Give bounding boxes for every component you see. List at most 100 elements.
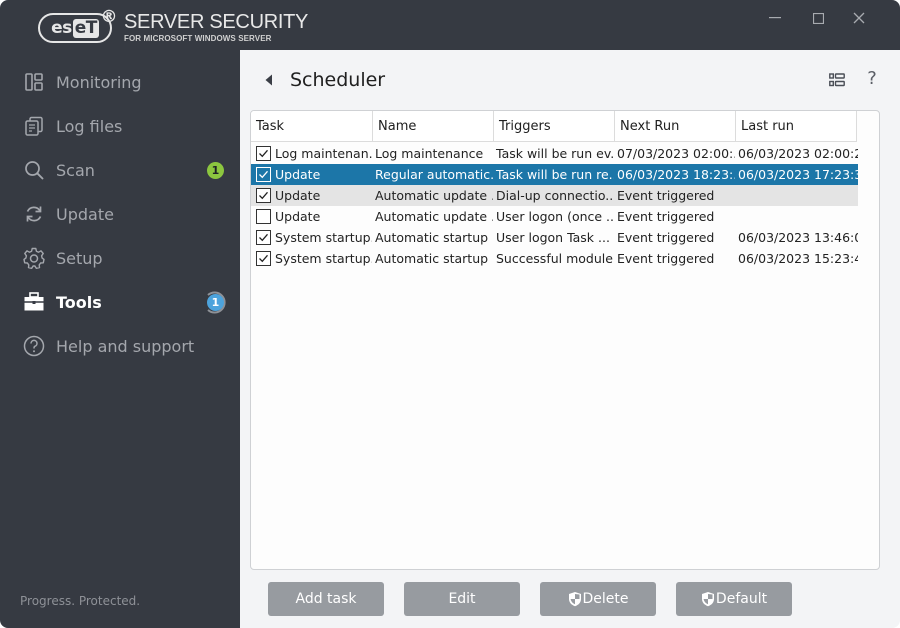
refresh-icon [23, 203, 45, 225]
column-header-task[interactable]: Task [251, 111, 373, 142]
page-title: Scheduler [290, 69, 386, 91]
edit-label: Edit [448, 591, 476, 607]
task-cell: Update [251, 167, 372, 182]
task-cell: Log maintenan... [251, 146, 372, 161]
task-next-run: Event triggered [617, 209, 715, 224]
sidebar-item-label: Help and support [56, 336, 195, 356]
task-next-run: Event triggered [617, 251, 715, 266]
task-name: Automatic startup ... [375, 230, 493, 245]
sidebar-item-label: Scan [56, 160, 95, 180]
delete-label: Delete [582, 591, 629, 607]
log-files-icon [23, 115, 45, 137]
column-header-name[interactable]: Name [373, 111, 494, 142]
sidebar-item-setup[interactable]: Setup [0, 236, 240, 280]
table-row[interactable]: System startup... Automatic startup ... … [251, 227, 858, 248]
task-enabled-checkbox[interactable] [256, 146, 271, 161]
sidebar-item-monitoring[interactable]: Monitoring [0, 60, 240, 104]
task-next-run: Event triggered [617, 230, 715, 245]
table-row[interactable]: Update Regular automatic... Task will be… [251, 164, 858, 185]
task-next-run: Event triggered [617, 188, 715, 203]
product-title: SERVER SECURITY FOR MICROSOFT WINDOWS SE… [124, 12, 308, 44]
back-button[interactable] [262, 72, 276, 88]
product-name: SERVER SECURITY [124, 11, 309, 33]
close-button[interactable] [846, 8, 872, 28]
task-cell: System startup... [251, 251, 372, 266]
task-next-run: 06/03/2023 18:23:... [617, 167, 735, 182]
back-arrow-icon [265, 74, 272, 86]
task-type: Update [275, 209, 321, 224]
maximize-icon [812, 12, 824, 24]
help-circle-icon [23, 335, 45, 357]
minimize-button[interactable] [762, 8, 788, 28]
task-last-run: 06/03/2023 02:00:21 [738, 146, 858, 161]
search-icon [23, 159, 45, 181]
sidebar: Monitoring Log files Scan 1 Update Setup… [0, 50, 240, 628]
sidebar-item-label: Monitoring [56, 72, 142, 92]
sidebar-item-update[interactable]: Update [0, 192, 240, 236]
action-buttons: Add task Edit Delete Default [268, 582, 792, 616]
task-last-run: 06/03/2023 15:23:41 [738, 251, 858, 266]
checkmark-icon [259, 254, 268, 263]
task-triggers: Dial-up connectio... [496, 188, 614, 203]
sidebar-item-label: Log files [56, 116, 123, 136]
task-enabled-checkbox[interactable] [256, 209, 271, 224]
default-button[interactable]: Default [676, 582, 792, 616]
gear-icon [23, 247, 45, 269]
maximize-button[interactable] [805, 8, 831, 28]
task-enabled-checkbox[interactable] [256, 188, 271, 203]
task-triggers: User logon (once ... [496, 209, 614, 224]
briefcase-icon [23, 291, 45, 313]
registered-mark: ® [100, 7, 118, 27]
column-header-next-run[interactable]: Next Run [615, 111, 736, 142]
task-name: Automatic update ... [375, 209, 493, 224]
sidebar-item-log-files[interactable]: Log files [0, 104, 240, 148]
admin-shield-icon [701, 592, 714, 607]
task-name: Automatic startup ... [375, 251, 493, 266]
monitoring-icon [23, 71, 45, 93]
admin-shield-icon [568, 592, 581, 607]
checkmark-icon [259, 149, 268, 158]
scan-notification-badge: 1 [207, 161, 224, 179]
delete-button[interactable]: Delete [540, 582, 656, 616]
sidebar-item-label: Update [56, 204, 114, 224]
column-header-last-run[interactable]: Last run [736, 111, 857, 142]
main-panel: Scheduler ? Task Name Triggers Next Run … [240, 50, 900, 628]
task-last-run: 06/03/2023 17:23:30 [738, 167, 858, 182]
default-label: Default [715, 591, 768, 607]
edit-button[interactable]: Edit [404, 582, 520, 616]
sidebar-item-help-and-support[interactable]: Help and support [0, 324, 240, 368]
task-next-run: 07/03/2023 02:00:... [617, 146, 735, 161]
title-bar: es eT ® SERVER SECURITY FOR MICROSOFT WIN… [0, 0, 900, 50]
column-header-triggers[interactable]: Triggers [494, 111, 615, 142]
layout-toggle-button[interactable] [829, 72, 849, 90]
tools-notification-badge: 1 [203, 290, 228, 315]
task-name: Log maintenance [375, 146, 484, 161]
table-header: Task Name Triggers Next Run Last run [251, 111, 857, 142]
eset-brand-mark: es eT ® [38, 9, 117, 43]
add-task-button[interactable]: Add task [268, 582, 384, 616]
task-type: Update [275, 167, 321, 182]
layout-toggle-icon [829, 73, 845, 87]
sidebar-footer-tagline: Progress. Protected. [20, 594, 141, 608]
task-type: Update [275, 188, 321, 203]
checkmark-icon [259, 170, 268, 179]
table-row[interactable]: Update Automatic update ... User logon (… [251, 206, 858, 227]
eset-logo: es eT ® SERVER SECURITY FOR MICROSOFT WIN… [38, 9, 308, 44]
task-type: System startup... [275, 230, 372, 245]
task-name: Automatic update ... [375, 188, 493, 203]
task-cell: Update [251, 188, 372, 203]
task-cell: Update [251, 209, 372, 224]
table-body: Log maintenan... Log maintenance Task wi… [251, 143, 858, 269]
task-enabled-checkbox[interactable] [256, 251, 271, 266]
table-row[interactable]: Log maintenan... Log maintenance Task wi… [251, 143, 858, 164]
help-button[interactable]: ? [864, 68, 880, 92]
table-row[interactable]: Update Automatic update ... Dial-up conn… [251, 185, 858, 206]
task-enabled-checkbox[interactable] [256, 230, 271, 245]
sidebar-item-scan[interactable]: Scan 1 [0, 148, 240, 192]
task-last-run: 06/03/2023 13:46:02 [738, 230, 858, 245]
task-enabled-checkbox[interactable] [256, 167, 271, 182]
task-cell: System startup... [251, 230, 372, 245]
task-type: System startup... [275, 251, 372, 266]
table-row[interactable]: System startup... Automatic startup ... … [251, 248, 858, 269]
sidebar-item-tools[interactable]: Tools 1 [0, 280, 240, 324]
